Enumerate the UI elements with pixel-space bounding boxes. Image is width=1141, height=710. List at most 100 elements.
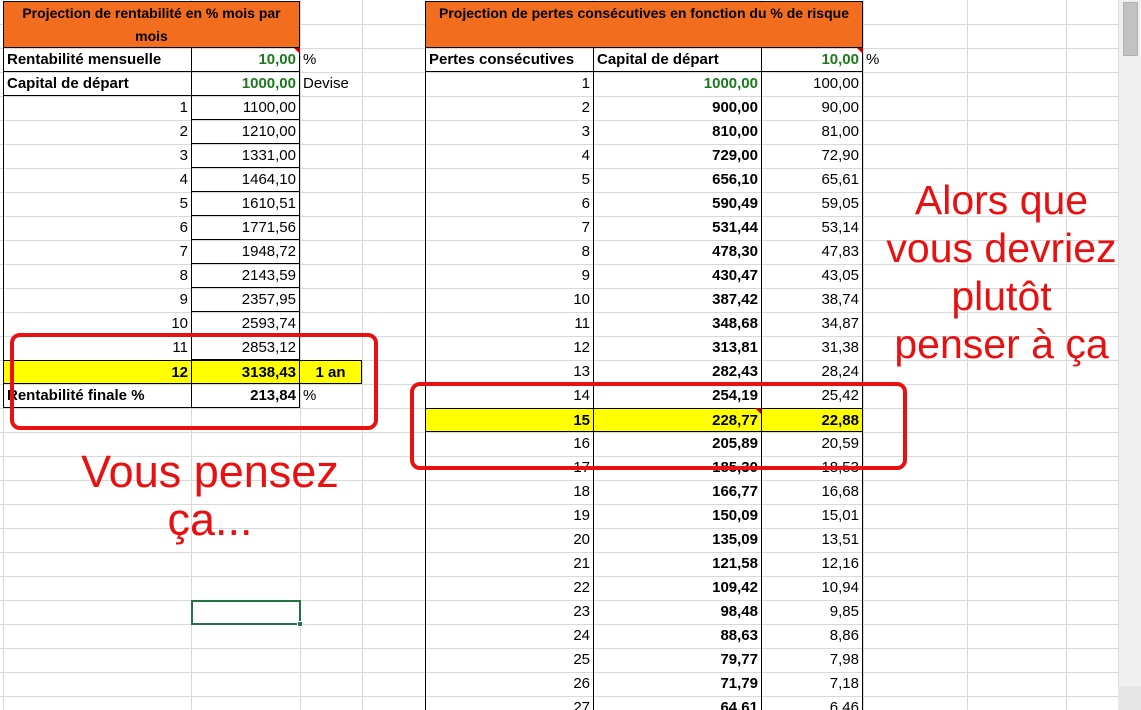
right-row-losses[interactable]: 26: [425, 672, 593, 696]
left-row-value[interactable]: 1610,51: [191, 192, 300, 216]
right-row-pct[interactable]: 12,16: [761, 552, 863, 576]
right-row-losses[interactable]: 18: [425, 480, 593, 504]
right-row-capital[interactable]: 348,68: [593, 312, 761, 336]
right-row-capital[interactable]: 282,43: [593, 360, 761, 384]
left-row-value[interactable]: 1771,56: [191, 216, 300, 240]
right-row-losses[interactable]: 27: [425, 696, 593, 710]
right-row-capital[interactable]: 88,63: [593, 624, 761, 648]
left-row-month[interactable]: 3: [3, 144, 191, 168]
right-row-losses[interactable]: 13: [425, 360, 593, 384]
right-row-capital[interactable]: 313,81: [593, 336, 761, 360]
left-row-month[interactable]: 1: [3, 96, 191, 120]
right-row-losses[interactable]: 23: [425, 600, 593, 624]
right-row-capital[interactable]: 150,09: [593, 504, 761, 528]
right-row-capital[interactable]: 71,79: [593, 672, 761, 696]
right-row-pct[interactable]: 16,68: [761, 480, 863, 504]
right-row-losses[interactable]: 11: [425, 312, 593, 336]
right-row-capital[interactable]: 98,48: [593, 600, 761, 624]
right-row-losses[interactable]: 9: [425, 264, 593, 288]
right-row-capital[interactable]: 900,00: [593, 96, 761, 120]
risk-unit[interactable]: %: [863, 48, 903, 72]
capital-unit[interactable]: Devise: [300, 72, 370, 96]
selected-cell[interactable]: [191, 600, 303, 627]
scrollbar-thumb[interactable]: [1123, 2, 1138, 56]
right-row-losses[interactable]: 20: [425, 528, 593, 552]
right-row-pct[interactable]: 38,74: [761, 288, 863, 312]
right-row-pct[interactable]: 7,98: [761, 648, 863, 672]
right-row-pct[interactable]: 8,86: [761, 624, 863, 648]
right-row-losses[interactable]: 24: [425, 624, 593, 648]
left-row-value[interactable]: 2143,59: [191, 264, 300, 288]
right-row-pct[interactable]: 31,38: [761, 336, 863, 360]
capital-value[interactable]: 1000,00: [191, 72, 300, 96]
vertical-scrollbar[interactable]: [1118, 0, 1141, 710]
rate-unit[interactable]: %: [300, 48, 360, 72]
left-row-month[interactable]: 9: [3, 288, 191, 312]
col-capital-header[interactable]: Capital de départ: [593, 48, 761, 72]
left-row-value[interactable]: 1331,00: [191, 144, 300, 168]
col-losses-header[interactable]: Pertes consécutives: [425, 48, 593, 72]
left-row-month[interactable]: 4: [3, 168, 191, 192]
right-row-losses[interactable]: 3: [425, 120, 593, 144]
right-row-pct[interactable]: 65,61: [761, 168, 863, 192]
right-row-pct[interactable]: 15,01: [761, 504, 863, 528]
right-row-pct[interactable]: 43,05: [761, 264, 863, 288]
right-row-capital[interactable]: 810,00: [593, 120, 761, 144]
right-row-pct[interactable]: 6,46: [761, 696, 863, 710]
right-row-pct[interactable]: 72,90: [761, 144, 863, 168]
right-row-capital[interactable]: 166,77: [593, 480, 761, 504]
right-row-losses[interactable]: 12: [425, 336, 593, 360]
left-row-month[interactable]: 5: [3, 192, 191, 216]
left-row-month[interactable]: 6: [3, 216, 191, 240]
left-row-month[interactable]: 7: [3, 240, 191, 264]
right-row-capital[interactable]: 79,77: [593, 648, 761, 672]
right-row-losses[interactable]: 5: [425, 168, 593, 192]
right-row-capital[interactable]: 531,44: [593, 216, 761, 240]
right-row-pct[interactable]: 90,00: [761, 96, 863, 120]
right-row-capital[interactable]: 590,49: [593, 192, 761, 216]
right-row-capital[interactable]: 729,00: [593, 144, 761, 168]
right-row-pct[interactable]: 34,87: [761, 312, 863, 336]
right-row-pct[interactable]: 28,24: [761, 360, 863, 384]
capital-label[interactable]: Capital de départ: [3, 72, 191, 96]
right-row-pct[interactable]: 53,14: [761, 216, 863, 240]
left-row-value[interactable]: 1100,00: [191, 96, 300, 120]
right-row-losses[interactable]: 4: [425, 144, 593, 168]
right-row-losses[interactable]: 19: [425, 504, 593, 528]
right-row-losses[interactable]: 10: [425, 288, 593, 312]
left-row-month[interactable]: 2: [3, 120, 191, 144]
right-row-losses[interactable]: 22: [425, 576, 593, 600]
right-row-capital[interactable]: 478,30: [593, 240, 761, 264]
right-row-capital[interactable]: 109,42: [593, 576, 761, 600]
left-table-header[interactable]: Projection de rentabilité en % mois par …: [3, 1, 300, 48]
right-row-losses[interactable]: 21: [425, 552, 593, 576]
right-row-pct[interactable]: 13,51: [761, 528, 863, 552]
right-row-losses[interactable]: 8: [425, 240, 593, 264]
fill-handle[interactable]: [297, 621, 303, 627]
right-row-pct[interactable]: 47,83: [761, 240, 863, 264]
right-row-losses[interactable]: 25: [425, 648, 593, 672]
left-row-value[interactable]: 1948,72: [191, 240, 300, 264]
right-row-losses[interactable]: 7: [425, 216, 593, 240]
left-row-value[interactable]: 2357,95: [191, 288, 300, 312]
right-row-pct[interactable]: 9,85: [761, 600, 863, 624]
right-row-capital[interactable]: 121,58: [593, 552, 761, 576]
right-row-losses[interactable]: 6: [425, 192, 593, 216]
right-row-capital[interactable]: 64,61: [593, 696, 761, 710]
right-row-losses[interactable]: 2: [425, 96, 593, 120]
right-row-pct[interactable]: 81,00: [761, 120, 863, 144]
rate-label[interactable]: Rentabilité mensuelle: [3, 48, 191, 72]
right-row-capital[interactable]: 387,42: [593, 288, 761, 312]
right-row-capital[interactable]: 430,47: [593, 264, 761, 288]
right-row-capital[interactable]: 1000,00: [593, 72, 761, 96]
right-row-pct[interactable]: 59,05: [761, 192, 863, 216]
left-row-value[interactable]: 1464,10: [191, 168, 300, 192]
right-row-pct[interactable]: 100,00: [761, 72, 863, 96]
rate-value[interactable]: 10,00: [191, 48, 300, 72]
right-row-capital[interactable]: 135,09: [593, 528, 761, 552]
right-row-pct[interactable]: 7,18: [761, 672, 863, 696]
right-table-header[interactable]: Projection de pertes consécutives en fon…: [425, 1, 863, 48]
right-row-capital[interactable]: 656,10: [593, 168, 761, 192]
left-row-month[interactable]: 8: [3, 264, 191, 288]
risk-value[interactable]: 10,00: [761, 48, 863, 72]
